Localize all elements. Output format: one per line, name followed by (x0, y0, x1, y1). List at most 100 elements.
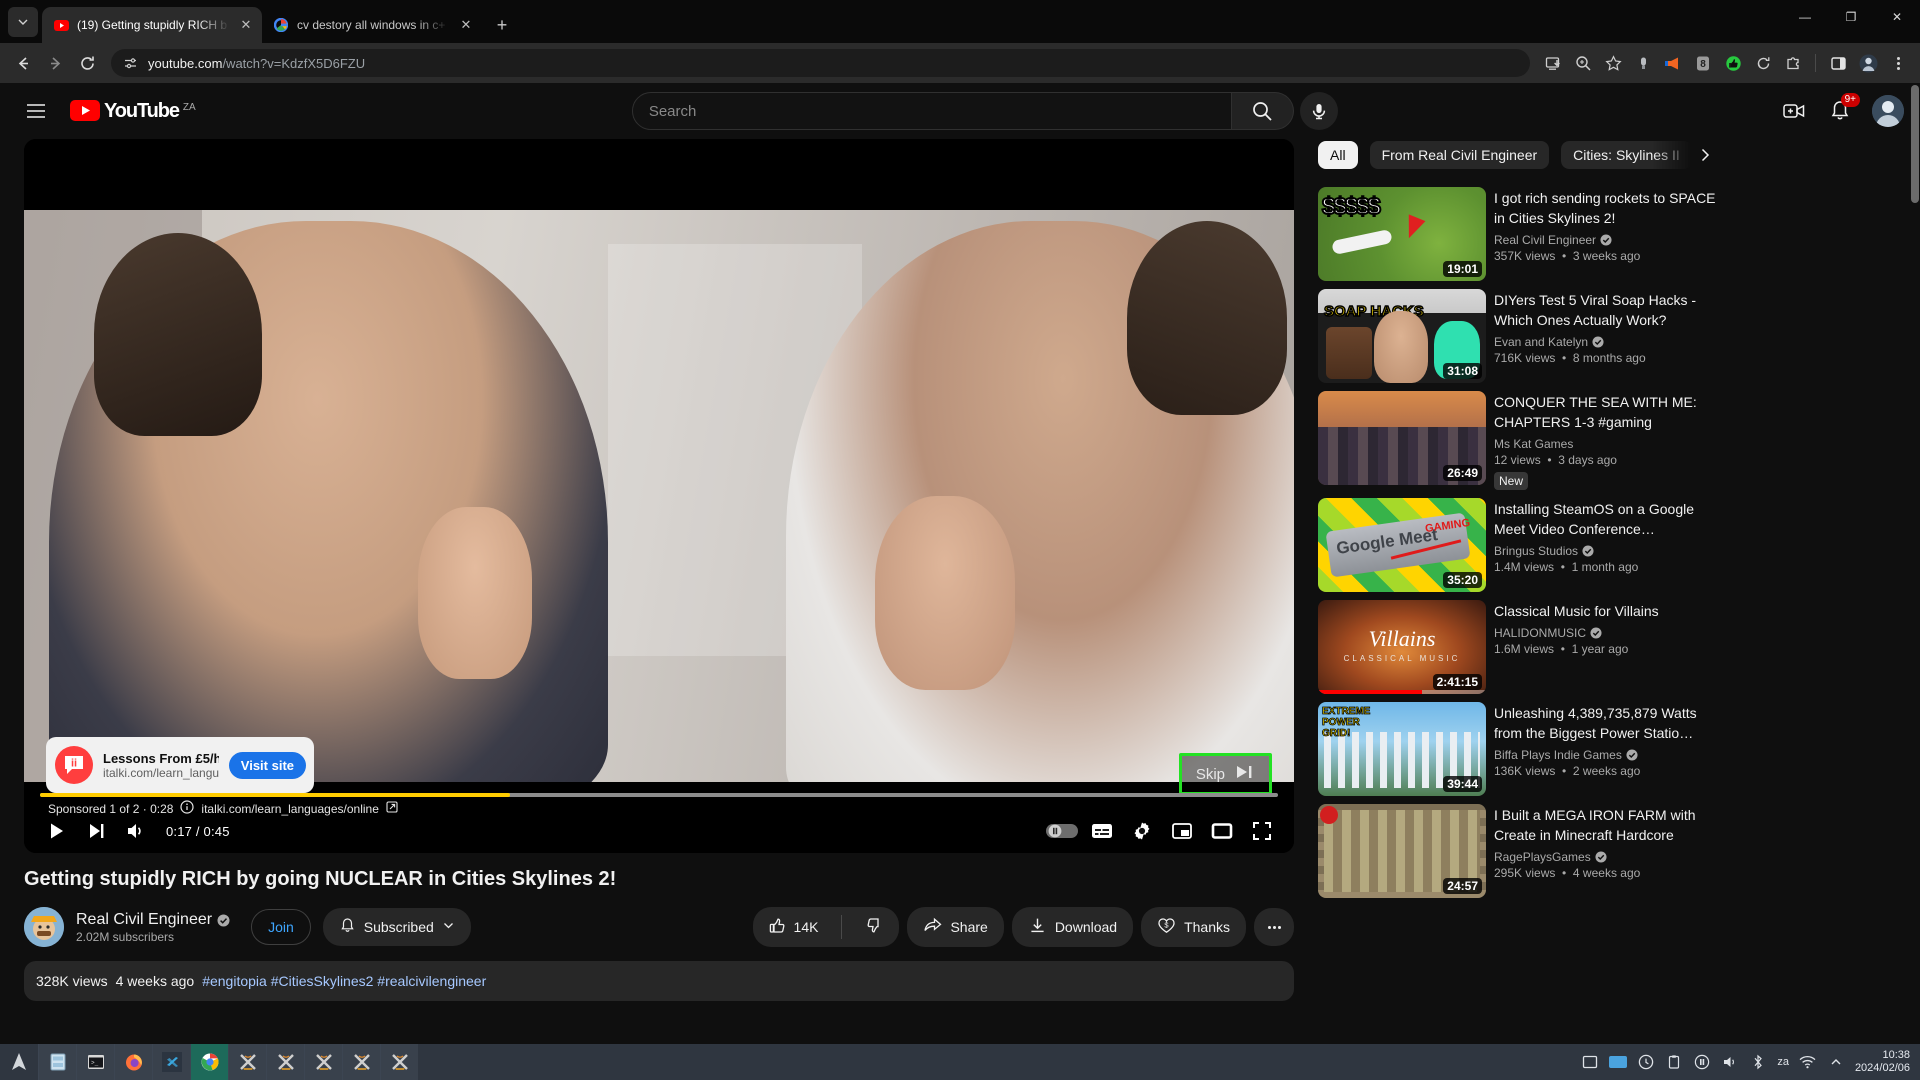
browser-tab-google[interactable]: cv destory all windows in c+ ✕ (262, 7, 482, 43)
8-badge-icon[interactable]: 8 (1689, 49, 1717, 77)
miniplayer-button[interactable] (1162, 811, 1202, 851)
browser-tab-youtube[interactable]: (19) Getting stupidly RICH b ✕ (42, 7, 262, 43)
autoplay-toggle[interactable] (1042, 811, 1082, 851)
clipboard-icon[interactable] (1665, 1053, 1683, 1071)
minimize-button[interactable]: — (1782, 0, 1828, 34)
vscode-icon[interactable] (152, 1044, 190, 1080)
list-item[interactable]: Google Meet GAMING 35:20 Installing Stea… (1318, 498, 1720, 592)
channel-name-row[interactable]: Ms Kat Games (1494, 437, 1720, 451)
skip-ad-button[interactable]: Skip (1178, 753, 1272, 795)
list-item[interactable]: EXTREME POWER GRID! 39:44 Unleashing 4,389… (1318, 702, 1720, 796)
megaphone-icon[interactable] (1659, 49, 1687, 77)
channel-name-row[interactable]: HALIDONMUSIC (1494, 626, 1720, 640)
install-app-icon[interactable] (1539, 49, 1567, 77)
address-bar[interactable]: youtube.com/watch?v=KdzfX5D6FZU (111, 49, 1530, 77)
share-button[interactable]: Share (907, 907, 1004, 947)
window-close-button[interactable]: ✕ (1874, 0, 1920, 34)
thumbs-up-green-icon[interactable] (1719, 49, 1747, 77)
maximize-button[interactable]: ❐ (1828, 0, 1874, 34)
back-button[interactable] (8, 48, 38, 78)
channel-avatar[interactable] (24, 907, 64, 947)
list-item[interactable]: $$$$$ 19:01 I got rich sending rockets t… (1318, 187, 1720, 281)
side-panel-icon[interactable] (1824, 49, 1852, 77)
close-icon[interactable]: ✕ (238, 17, 254, 33)
sync-icon[interactable] (1749, 49, 1777, 77)
more-actions-button[interactable] (1254, 908, 1294, 946)
youtube-logo[interactable]: YouTube ZA (70, 99, 196, 123)
arch-linux-icon[interactable] (0, 1044, 38, 1080)
video-player[interactable]: ii Lessons From £5/hour italki.com/learn… (24, 139, 1294, 853)
theater-mode-button[interactable] (1202, 811, 1242, 851)
visit-site-button[interactable]: Visit site (228, 751, 306, 779)
update-icon[interactable] (1637, 1053, 1655, 1071)
list-item[interactable]: 26:49 CONQUER THE SEA WITH ME: CHAPTERS … (1318, 391, 1720, 490)
bookmark-star-icon[interactable] (1599, 49, 1627, 77)
filter-chip-from-channel[interactable]: From Real Civil Engineer (1369, 141, 1550, 169)
description-box[interactable]: 328K views 4 weeks ago #engitopia #Citie… (24, 961, 1294, 1001)
list-item[interactable]: 24:57 I Built a MEGA IRON FARM with Crea… (1318, 804, 1720, 898)
channel-info[interactable]: Real Civil Engineer 2.02M subscribers (24, 907, 230, 947)
volume-button[interactable] (116, 811, 156, 851)
close-icon[interactable]: ✕ (458, 17, 474, 33)
join-button[interactable]: Join (251, 909, 311, 945)
video-thumbnail[interactable]: 24:57 (1318, 804, 1486, 898)
window-icon[interactable] (1581, 1053, 1599, 1071)
wine-app-icon[interactable] (228, 1044, 266, 1080)
video-thumbnail[interactable]: Google Meet GAMING 35:20 (1318, 498, 1486, 592)
color-swatch-icon[interactable] (1609, 1053, 1628, 1071)
thanks-button[interactable]: $ Thanks (1141, 907, 1246, 947)
download-button[interactable]: Download (1011, 907, 1134, 947)
search-button[interactable] (1231, 92, 1294, 130)
create-video-icon[interactable] (1774, 91, 1814, 131)
bluetooth-icon[interactable] (1749, 1053, 1767, 1071)
keyboard-layout[interactable]: za (1777, 1056, 1789, 1068)
subtitles-button[interactable] (1082, 811, 1122, 851)
reload-button[interactable] (72, 48, 102, 78)
video-thumbnail[interactable]: EXTREME POWER GRID! 39:44 (1318, 702, 1486, 796)
video-thumbnail[interactable]: Villains CLASSICAL MUSIC 2:41:15 (1318, 600, 1486, 694)
filter-chip-game[interactable]: Cities: Skylines II (1561, 141, 1692, 169)
subscribed-button[interactable]: Subscribed (322, 908, 471, 946)
channel-name-row[interactable]: Biffa Plays Indie Games (1494, 748, 1720, 762)
site-settings-icon[interactable] (121, 49, 139, 77)
search-input[interactable]: Search (631, 92, 1232, 130)
tab-search-button[interactable] (8, 7, 38, 37)
wine-app-icon[interactable] (266, 1044, 304, 1080)
clock[interactable]: 10:38 2024/02/06 (1855, 1049, 1910, 1075)
wine-app-icon[interactable] (380, 1044, 418, 1080)
channel-name-row[interactable]: RagePlaysGames (1494, 850, 1720, 864)
terminal-icon[interactable]: >_ (76, 1044, 114, 1080)
video-thumbnail[interactable]: 26:49 (1318, 391, 1486, 485)
channel-name-row[interactable]: Bringus Studios (1494, 544, 1720, 558)
channel-name-row[interactable]: Real Civil Engineer (1494, 233, 1720, 247)
dislike-button[interactable] (850, 907, 899, 947)
file-manager-icon[interactable] (38, 1044, 76, 1080)
scrollbar-thumb[interactable] (1911, 85, 1919, 203)
wifi-icon[interactable] (1799, 1053, 1817, 1071)
zoom-icon[interactable] (1569, 49, 1597, 77)
profile-avatar-icon[interactable] (1854, 49, 1882, 77)
next-video-button[interactable] (76, 811, 116, 851)
ad-overlay-card[interactable]: ii Lessons From £5/hour italki.com/learn… (46, 737, 314, 793)
hashtags[interactable]: #engitopia #CitiesSkylines2 #realcivilen… (202, 973, 486, 989)
media-icon[interactable] (1693, 1053, 1711, 1071)
firefox-icon[interactable] (114, 1044, 152, 1080)
voice-search-button[interactable] (1299, 92, 1338, 130)
play-button[interactable] (36, 811, 76, 851)
progress-bar[interactable] (40, 793, 1278, 797)
channel-name-row[interactable]: Evan and Katelyn (1494, 335, 1720, 349)
wine-app-icon[interactable] (342, 1044, 380, 1080)
list-item[interactable]: Villains CLASSICAL MUSIC 2:41:15 Classic… (1318, 600, 1720, 694)
chevron-up-icon[interactable] (1827, 1053, 1845, 1071)
forward-button[interactable] (40, 48, 70, 78)
settings-button[interactable] (1122, 811, 1162, 851)
fullscreen-button[interactable] (1242, 811, 1282, 851)
extensions-puzzle-icon[interactable] (1779, 49, 1807, 77)
chevron-right-icon[interactable] (1690, 139, 1720, 171)
volume-icon[interactable] (1721, 1053, 1739, 1071)
video-thumbnail[interactable]: SOAP HACKS 31:08 (1318, 289, 1486, 383)
page-scrollbar[interactable] (1910, 83, 1920, 1044)
avatar[interactable] (1872, 95, 1904, 127)
chrome-icon[interactable] (190, 1044, 228, 1080)
extension-pill-icon[interactable] (1629, 49, 1657, 77)
